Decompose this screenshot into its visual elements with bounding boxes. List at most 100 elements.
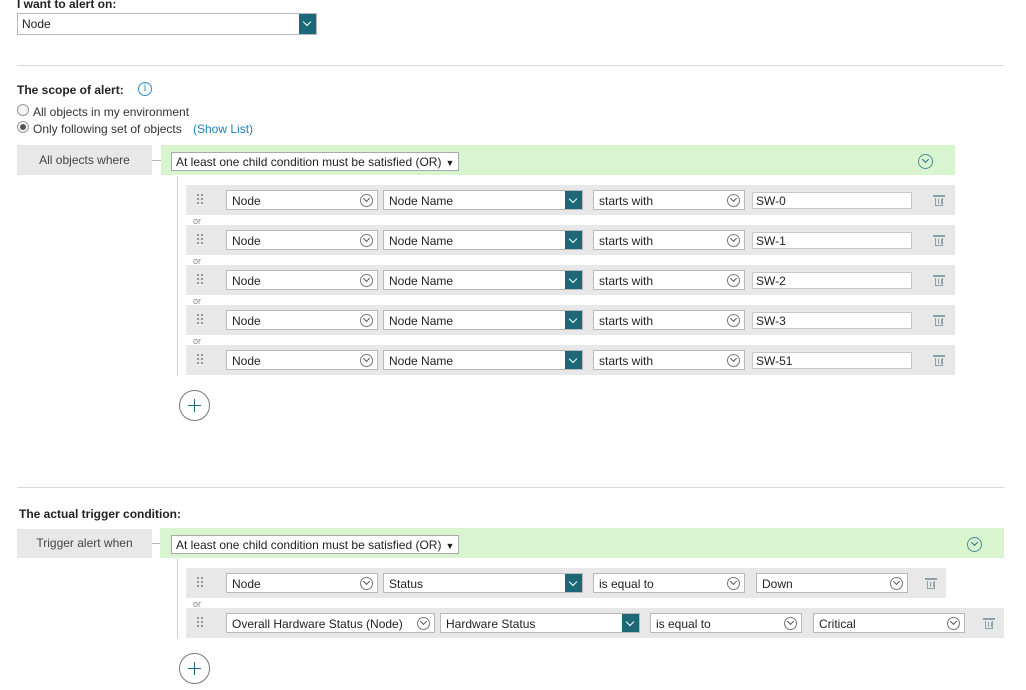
scope-title: The scope of alert: bbox=[17, 83, 124, 97]
object-value: Node bbox=[232, 274, 261, 288]
operator-select[interactable]: starts with bbox=[593, 350, 745, 370]
trash-icon[interactable] bbox=[933, 314, 945, 326]
collapse-icon[interactable] bbox=[918, 154, 933, 169]
radio-all-objects-label: All objects in my environment bbox=[33, 105, 190, 119]
value-input[interactable]: SW-0 bbox=[752, 192, 912, 209]
field-value: Node Name bbox=[389, 354, 454, 368]
chevron-down-icon bbox=[565, 191, 582, 209]
drag-handle-icon[interactable] bbox=[197, 274, 205, 286]
drag-handle-icon[interactable] bbox=[197, 354, 205, 366]
operator-select[interactable]: starts with bbox=[593, 230, 745, 250]
chevron-down-circle-icon bbox=[360, 194, 373, 207]
chevron-down-circle-icon bbox=[727, 194, 740, 207]
info-icon[interactable]: i bbox=[138, 82, 152, 96]
chevron-down-icon bbox=[622, 614, 639, 632]
operator-select[interactable]: is equal to bbox=[593, 573, 745, 593]
field-select[interactable]: Node Name bbox=[383, 310, 583, 330]
trash-icon[interactable] bbox=[933, 274, 945, 286]
operator-select[interactable]: starts with bbox=[593, 190, 745, 210]
value-input[interactable]: SW-1 bbox=[752, 232, 912, 249]
trigger-group-mode-select[interactable]: At least one child condition must be sat… bbox=[171, 535, 460, 554]
chevron-down-circle-icon bbox=[360, 234, 373, 247]
field-value: Hardware Status bbox=[446, 617, 536, 631]
field-select[interactable]: Hardware Status bbox=[440, 613, 640, 633]
object-select[interactable]: Node bbox=[226, 350, 378, 370]
divider bbox=[17, 65, 1004, 66]
chevron-down-circle-icon bbox=[727, 354, 740, 367]
tree-line bbox=[177, 559, 178, 639]
alert-on-select[interactable]: Node bbox=[17, 13, 317, 35]
chevron-down-circle-icon bbox=[360, 577, 373, 590]
scope-group-mode-select[interactable]: At least one child condition must be sat… bbox=[171, 152, 460, 171]
object-value: Node bbox=[232, 194, 261, 208]
field-select[interactable]: Node Name bbox=[383, 350, 583, 370]
object-value: Node bbox=[232, 354, 261, 368]
field-value: Node Name bbox=[389, 234, 454, 248]
drag-handle-icon[interactable] bbox=[197, 617, 205, 629]
chevron-down-circle-icon bbox=[784, 617, 797, 630]
chevron-down-icon bbox=[565, 311, 582, 329]
chevron-down-circle-icon bbox=[360, 314, 373, 327]
drag-handle-icon[interactable] bbox=[197, 194, 205, 206]
object-select[interactable]: Node bbox=[226, 230, 378, 250]
field-value: Status bbox=[389, 577, 424, 591]
object-select[interactable]: Overall Hardware Status (Node) bbox=[226, 613, 435, 633]
value-input[interactable]: SW-2 bbox=[752, 272, 912, 289]
operator-select[interactable]: starts with bbox=[593, 310, 745, 330]
operator-select[interactable]: is equal to bbox=[650, 613, 802, 633]
caret-down-icon: ▼ bbox=[445, 158, 455, 168]
chevron-down-icon bbox=[565, 574, 582, 592]
field-value: Node Name bbox=[389, 314, 454, 328]
value-input[interactable]: SW-51 bbox=[752, 352, 912, 369]
drag-handle-icon[interactable] bbox=[197, 314, 205, 326]
field-select[interactable]: Status bbox=[383, 573, 583, 593]
object-select[interactable]: Node bbox=[226, 310, 378, 330]
tree-line bbox=[177, 176, 178, 376]
value-select[interactable]: Critical bbox=[813, 613, 965, 633]
trash-icon[interactable] bbox=[933, 354, 945, 366]
value-input[interactable]: SW-3 bbox=[752, 312, 912, 329]
operator-select[interactable]: starts with bbox=[593, 270, 745, 290]
value-value: Critical bbox=[819, 617, 856, 631]
field-select[interactable]: Node Name bbox=[383, 270, 583, 290]
chevron-down-icon[interactable] bbox=[299, 14, 316, 34]
operator-value: is equal to bbox=[599, 577, 654, 591]
chevron-down-icon bbox=[565, 271, 582, 289]
collapse-icon[interactable] bbox=[967, 537, 982, 552]
chevron-down-icon bbox=[565, 351, 582, 369]
field-select[interactable]: Node Name bbox=[383, 230, 583, 250]
value-select[interactable]: Down bbox=[756, 573, 908, 593]
field-value: Node Name bbox=[389, 274, 454, 288]
add-condition-button[interactable] bbox=[179, 653, 210, 684]
trash-icon[interactable] bbox=[933, 194, 945, 206]
chevron-down-circle-icon bbox=[727, 234, 740, 247]
drag-handle-icon[interactable] bbox=[197, 234, 205, 246]
field-select[interactable]: Node Name bbox=[383, 190, 583, 210]
trigger-group-mode-value: At least one child condition must be sat… bbox=[176, 538, 442, 552]
object-select[interactable]: Node bbox=[226, 573, 378, 593]
divider bbox=[17, 487, 1004, 488]
drag-handle-icon[interactable] bbox=[197, 577, 205, 589]
chevron-down-circle-icon bbox=[727, 314, 740, 327]
operator-value: starts with bbox=[599, 354, 654, 368]
radio-all-objects[interactable] bbox=[17, 104, 29, 116]
trigger-side-label: Trigger alert when bbox=[17, 529, 152, 558]
alert-on-value: Node bbox=[22, 17, 51, 31]
show-list-link[interactable]: (Show List) bbox=[193, 122, 253, 136]
radio-following-objects[interactable] bbox=[17, 121, 29, 133]
radio-following-objects-label: Only following set of objects bbox=[33, 122, 182, 136]
trash-icon[interactable] bbox=[925, 577, 937, 589]
scope-group-mode-value: At least one child condition must be sat… bbox=[176, 155, 442, 169]
chevron-down-circle-icon bbox=[727, 577, 740, 590]
object-select[interactable]: Node bbox=[226, 270, 378, 290]
alert-on-label: I want to alert on: bbox=[17, 0, 117, 11]
trash-icon[interactable] bbox=[933, 234, 945, 246]
object-value: Overall Hardware Status (Node) bbox=[232, 617, 403, 631]
operator-value: starts with bbox=[599, 194, 654, 208]
object-select[interactable]: Node bbox=[226, 190, 378, 210]
scope-side-label: All objects where bbox=[17, 145, 152, 175]
chevron-down-circle-icon bbox=[417, 617, 430, 630]
add-condition-button[interactable] bbox=[179, 390, 210, 421]
trash-icon[interactable] bbox=[983, 617, 995, 629]
object-value: Node bbox=[232, 577, 261, 591]
